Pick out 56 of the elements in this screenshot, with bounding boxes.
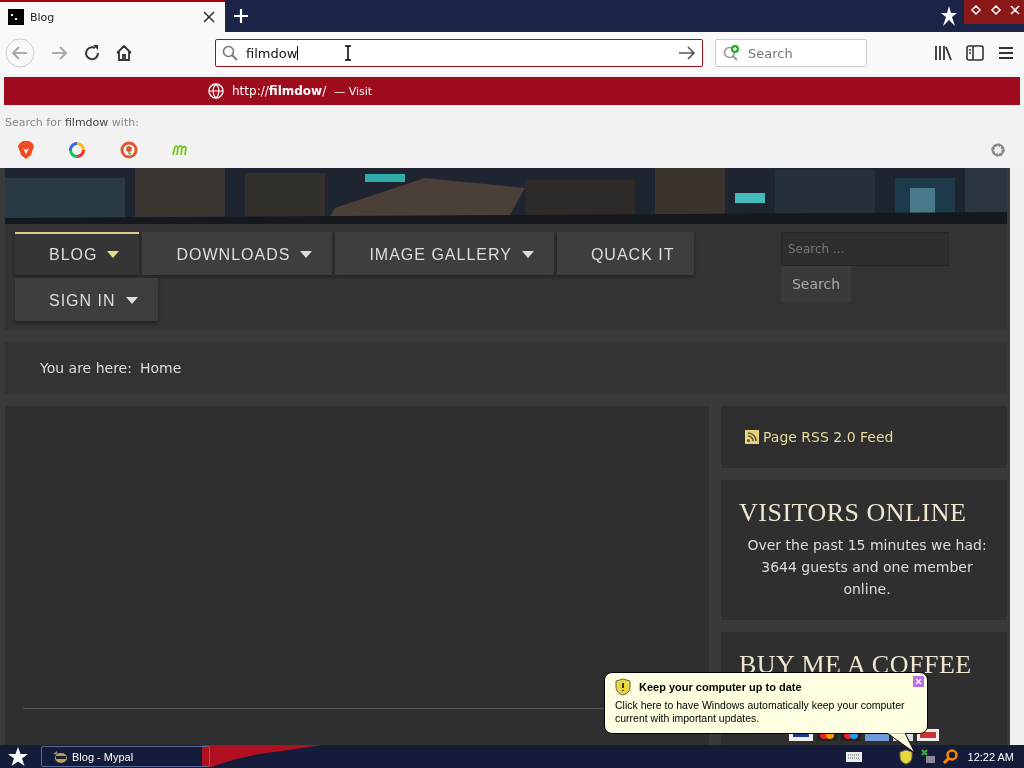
- text-cursor-icon: [344, 45, 352, 61]
- card-heading: VISITORS ONLINE: [739, 498, 968, 528]
- magnifier-icon[interactable]: [941, 748, 958, 765]
- breadcrumb-link[interactable]: Home: [139, 360, 182, 376]
- rss-icon: [745, 430, 759, 444]
- start-star-icon[interactable]: [7, 745, 29, 768]
- menu-icon[interactable]: [998, 46, 1014, 60]
- reload-icon[interactable]: [83, 44, 101, 62]
- nav-menu-item[interactable]: DOWNLOADS: [142, 232, 333, 275]
- nav-menu-item[interactable]: QUACK IT: [556, 232, 695, 275]
- lion-shield-icon[interactable]: [18, 141, 34, 159]
- clock: 12:22 AM: [967, 750, 1014, 763]
- window-controls[interactable]: [964, 0, 1024, 24]
- search-with-label: Search for filmdow with:: [4, 115, 140, 130]
- caret-icon: [521, 251, 534, 258]
- shield-icon: [615, 678, 631, 696]
- library-icon[interactable]: [934, 45, 952, 61]
- taskbar-button[interactable]: Blog - Mypal: [41, 746, 210, 767]
- caret-icon: [300, 251, 313, 258]
- duck-icon[interactable]: [120, 141, 138, 159]
- globe-icon: [208, 83, 224, 99]
- new-tab-icon[interactable]: [233, 8, 249, 24]
- breadcrumb-label: You are here:: [40, 360, 132, 376]
- settings-icon[interactable]: [989, 141, 1007, 159]
- ring-icon[interactable]: [68, 141, 86, 159]
- go-arrow-icon[interactable]: [678, 45, 696, 61]
- rss-feed-link[interactable]: Page RSS 2.0 Feed: [745, 429, 894, 445]
- visitors-text: Over the past 15 minutes we had: 3644 guests and one member online.: [746, 536, 988, 599]
- raccoon-icon: [52, 749, 68, 764]
- nav-menu-item[interactable]: SIGN IN: [15, 278, 158, 321]
- suggestion-url: http://filmdow/: [232, 84, 327, 98]
- balloon-text: Click here to have Windows automatically keep your computer current with important updates.: [615, 699, 906, 725]
- search-icon: [723, 45, 741, 61]
- browser-tab[interactable]: Blog: [0, 0, 225, 32]
- url-suggestion[interactable]: http://filmdow/ — Visit: [4, 77, 1020, 105]
- nav-menu-item[interactable]: IMAGE GALLERY: [335, 232, 554, 275]
- search-button[interactable]: Search: [781, 266, 851, 302]
- caret-icon: [125, 297, 138, 304]
- nav-menu-item[interactable]: BLOG: [15, 232, 140, 275]
- site-search-field[interactable]: Search ...: [781, 232, 949, 266]
- sidebar-icon[interactable]: [966, 45, 984, 61]
- balloon-title: Keep your computer up to date: [639, 681, 802, 693]
- page-icon: [8, 9, 24, 25]
- address-field[interactable]: filmdow: [215, 39, 703, 67]
- keyboard-icon: [845, 751, 862, 762]
- visit-label: — Visit: [334, 84, 373, 98]
- caret-icon: [107, 251, 120, 258]
- search-field[interactable]: Search: [715, 39, 867, 67]
- close-icon[interactable]: [203, 11, 215, 23]
- search-icon: [222, 45, 238, 61]
- home-icon[interactable]: [115, 44, 133, 62]
- balloon-pointer: [887, 733, 917, 753]
- shield-icon[interactable]: [897, 748, 914, 765]
- star-icon: [940, 5, 958, 27]
- scrollbar[interactable]: [1010, 168, 1024, 745]
- network-icon[interactable]: [919, 748, 936, 765]
